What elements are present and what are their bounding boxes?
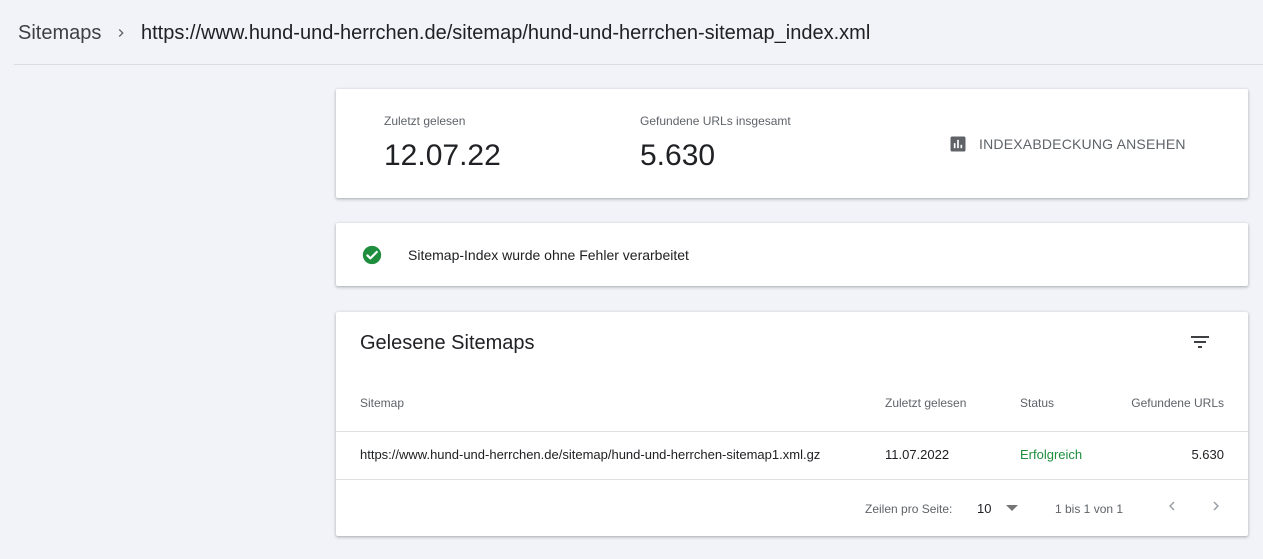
last-read-value: 12.07.22 [384,139,501,172]
urls-total-label: Gefundene URLs insgesamt [640,114,791,128]
chevron-right-icon [118,29,124,37]
stats-card: Zuletzt gelesen 12.07.22 Gefundene URLs … [336,89,1248,198]
table-title: Gelesene Sitemaps [360,332,535,354]
filter-icon[interactable] [1188,330,1212,354]
chevron-right-icon[interactable] [1207,497,1225,515]
sitemaps-table-card: Gelesene Sitemaps Sitemap Zuletzt gelese… [336,312,1248,536]
view-coverage-button[interactable]: INDEXABDECKUNG ANSEHEN [948,132,1186,156]
bar-chart-icon [950,136,966,152]
rows-per-page-value: 10 [977,500,992,516]
column-header-sitemap[interactable]: Sitemap [360,396,404,410]
table-header-divider [336,431,1248,432]
row-urls: 5.630 [1191,447,1224,462]
status-message: Sitemap-Index wurde ohne Fehler verarbei… [408,247,689,263]
column-header-status[interactable]: Status [1020,396,1054,410]
last-read-label: Zuletzt gelesen [384,114,466,128]
urls-total-value: 5.630 [640,139,716,172]
view-coverage-label: INDEXABDECKUNG ANSEHEN [979,136,1186,152]
breadcrumb-current: https://www.hund-und-herrchen.de/sitemap… [141,22,871,44]
row-last-read: 11.07.2022 [885,447,950,462]
rows-per-page-select[interactable]: 10 [977,498,1019,518]
pagination-range: 1 bis 1 von 1 [1055,502,1124,516]
rows-per-page-label: Zeilen pro Seite: [865,502,953,516]
breadcrumb-root[interactable]: Sitemaps [18,22,101,45]
header: Sitemaps https://www.hund-und-herrchen.d… [0,0,1263,65]
status-card: Sitemap-Index wurde ohne Fehler verarbei… [336,223,1248,286]
caret-down-icon [1006,505,1019,511]
column-header-urls[interactable]: Gefundene URLs [1131,396,1224,410]
header-divider [14,64,1263,65]
chevron-left-icon[interactable] [1163,497,1181,515]
table-row-divider [336,479,1248,480]
row-status: Erfolgreich [1020,447,1083,462]
row-sitemap-url[interactable]: https://www.hund-und-herrchen.de/sitemap… [360,447,820,462]
column-header-last-read[interactable]: Zuletzt gelesen [885,396,966,410]
check-circle-icon [362,245,382,265]
